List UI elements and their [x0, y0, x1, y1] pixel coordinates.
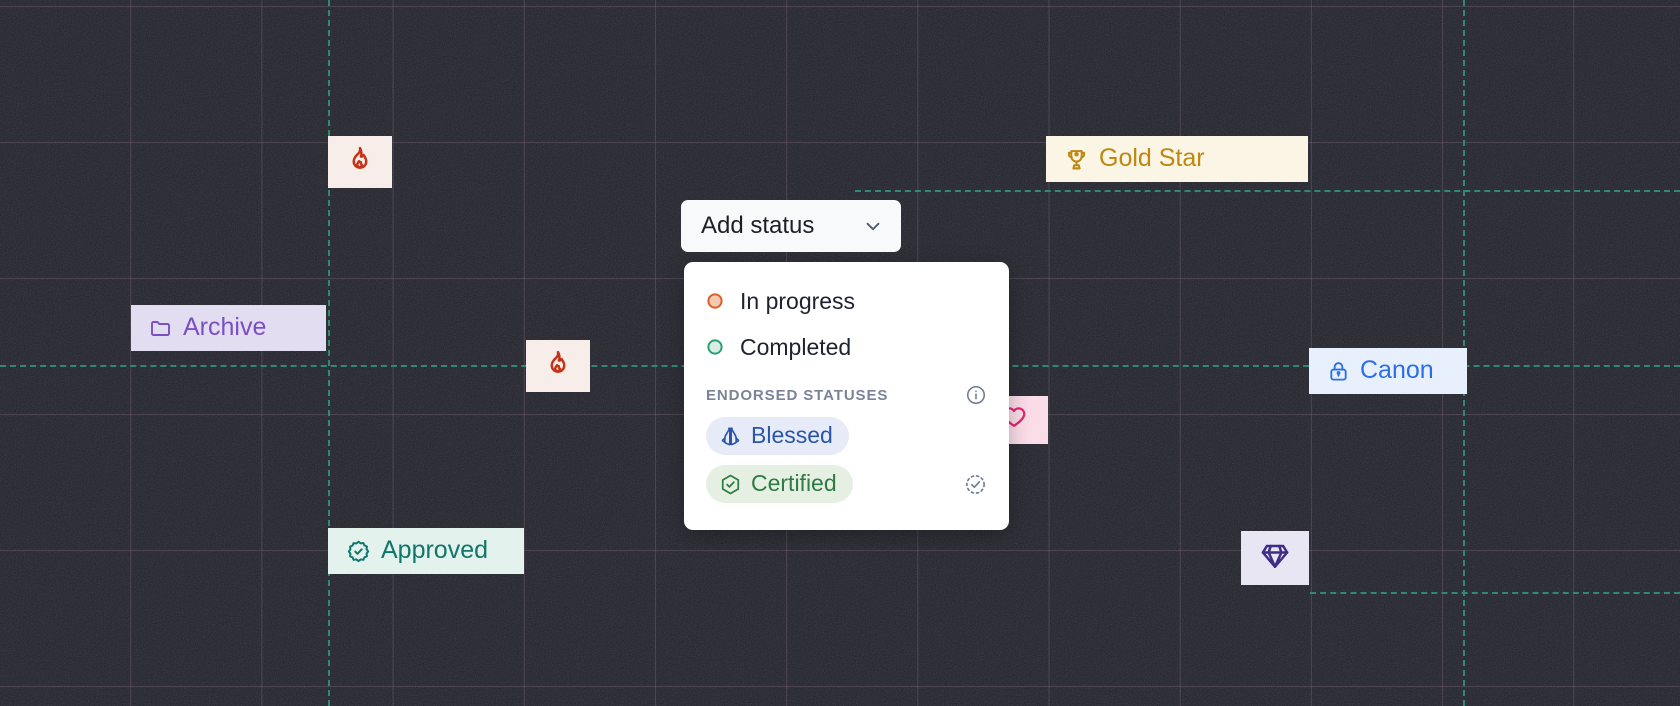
- add-status-button[interactable]: Add status: [681, 200, 901, 252]
- certified-pill: Certified: [706, 465, 853, 503]
- dashed-check-circle-icon[interactable]: [964, 473, 987, 496]
- lock-icon: [1327, 360, 1350, 383]
- snap-guide-horizontal-2: [1310, 592, 1680, 594]
- snap-guide-horizontal-3: [855, 190, 1680, 192]
- section-title: ENDORSED STATUSES: [706, 386, 889, 404]
- menu-item-certified[interactable]: Certified: [684, 460, 1009, 508]
- add-status-label: Add status: [701, 212, 815, 239]
- chip-archive[interactable]: Archive: [131, 305, 326, 351]
- menu-item-blessed[interactable]: Blessed: [684, 412, 1009, 460]
- circle-icon: [706, 338, 732, 356]
- chip-label: Canon: [1360, 355, 1434, 384]
- chevron-down-icon: [862, 215, 884, 237]
- pill-label: Certified: [751, 469, 837, 496]
- chip-label: Approved: [381, 535, 489, 564]
- tile-fire-top[interactable]: [328, 136, 392, 188]
- fire-icon: [345, 144, 375, 181]
- gem-icon: [1259, 541, 1291, 576]
- praying-hands-icon: [719, 425, 742, 448]
- fire-icon: [543, 348, 573, 385]
- blessed-pill: Blessed: [706, 417, 849, 455]
- folder-icon: [149, 316, 173, 340]
- chip-label: Archive: [183, 312, 267, 341]
- chip-approved[interactable]: Approved: [328, 528, 524, 574]
- snap-guide-vertical-1: [328, 0, 330, 706]
- chip-gold-star[interactable]: Gold Star: [1046, 136, 1308, 182]
- chip-label: Gold Star: [1099, 143, 1205, 172]
- check-hexagon-icon: [719, 473, 742, 496]
- pill-label: Blessed: [751, 421, 833, 448]
- status-dropdown-menu[interactable]: In progress Completed ENDORSED STATUSES: [684, 262, 1009, 530]
- menu-item-completed[interactable]: Completed: [684, 324, 1009, 370]
- rosette-check-icon: [346, 539, 371, 564]
- tile-gem[interactable]: [1241, 531, 1309, 585]
- menu-item-in-progress[interactable]: In progress: [684, 278, 1009, 324]
- menu-item-label: In progress: [740, 287, 856, 314]
- info-circle-icon[interactable]: [965, 384, 987, 406]
- endorsed-statuses-section-header: ENDORSED STATUSES: [684, 370, 1009, 412]
- trophy-icon: [1064, 147, 1089, 172]
- diagram-canvas[interactable]: Archive Gold Star Canon Approved Add sta…: [0, 0, 1680, 706]
- tile-fire-mid[interactable]: [526, 340, 590, 392]
- circle-icon: [706, 292, 732, 310]
- chip-canon[interactable]: Canon: [1309, 348, 1467, 394]
- menu-item-label: Completed: [740, 333, 852, 360]
